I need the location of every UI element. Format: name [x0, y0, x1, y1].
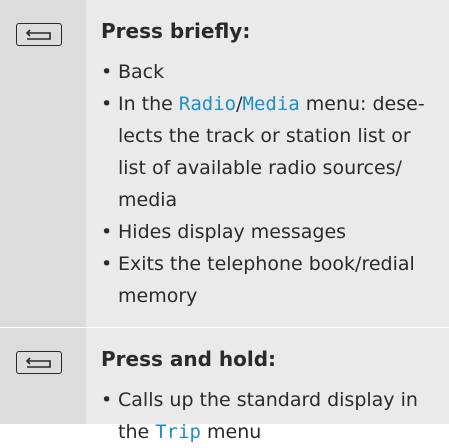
back-arrow-icon [25, 356, 51, 368]
bullet-text-line: the Trip menu [118, 416, 426, 448]
list-item: • Exits the telephone book/redial memory [101, 248, 426, 312]
bullet-text: Calls up the standard display in [118, 389, 418, 411]
list-item: • Calls up the standard display in the T… [101, 384, 426, 448]
bullet-text: memory [118, 285, 198, 307]
bullet-text: list of available radio sources/ [118, 157, 402, 179]
key-function-table: Press briefly: • Back • In the Radio/Med… [0, 0, 449, 443]
table-row-press-briefly: Press briefly: • Back • In the Radio/Med… [0, 0, 449, 328]
heading-press-briefly: Press briefly: [101, 19, 251, 43]
list-item: • Back [101, 56, 426, 88]
menu-term-trip: Trip [155, 421, 201, 443]
description-cell: Press briefly: • Back • In the Radio/Med… [86, 0, 449, 328]
bullet-text: Hides display messages [118, 221, 347, 243]
key-cell [0, 0, 86, 328]
list-item: • In the Radio/Media menu: dese- lects t… [101, 88, 426, 216]
bullet-text: lects the track or station list or [118, 125, 411, 147]
menu-term-radio: Radio [178, 93, 237, 115]
bullet-text: menu [201, 421, 262, 443]
bullet-text-line: In the Radio/Media menu: dese- [118, 88, 426, 120]
bullet-dot: • [101, 61, 113, 83]
bullet-list: • Back • In the Radio/Media menu: dese- … [101, 56, 426, 312]
bullet-text: Back [118, 61, 165, 83]
back-arrow-icon [25, 28, 51, 40]
bullet-list: • Calls up the standard display in the T… [101, 384, 426, 448]
description-cell: Press and hold: • Calls up the standard … [86, 328, 449, 443]
bullet-text: In the [118, 93, 179, 115]
bullet-text: media [118, 189, 178, 211]
key-cell [0, 328, 86, 424]
bullet-text: the [118, 421, 156, 443]
bullet-dot: • [101, 221, 113, 243]
menu-term-media: Media [242, 93, 300, 115]
back-key-button [16, 351, 62, 374]
heading-press-and-hold: Press and hold: [101, 347, 277, 371]
bullet-dot: • [101, 93, 113, 115]
bullet-text: Exits the telephone book/redial [118, 253, 415, 275]
bullet-dot: • [101, 389, 113, 411]
bullet-text: menu: dese- [299, 93, 425, 115]
list-item: • Hides display messages [101, 216, 426, 248]
back-key-button [16, 23, 62, 46]
table-row-press-and-hold: Press and hold: • Calls up the standard … [0, 328, 449, 443]
bullet-dot: • [101, 253, 113, 275]
